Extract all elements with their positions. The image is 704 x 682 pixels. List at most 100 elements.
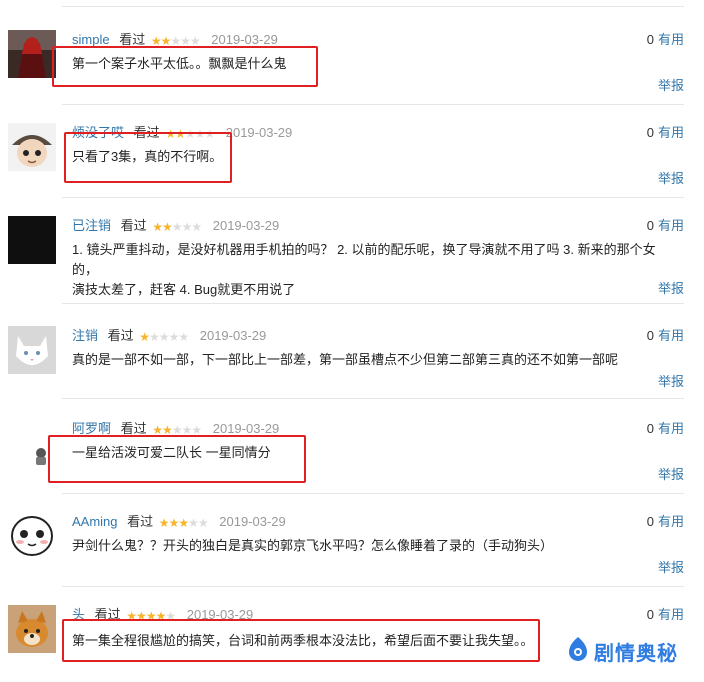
report-link[interactable]: 举报 [658, 372, 684, 392]
review-content: 一星给活泼可爱二队长 一星同情分 [72, 445, 271, 460]
username-link[interactable]: 注销 [72, 328, 98, 343]
vote-count: 0 [646, 32, 654, 47]
review-content: 尹剑什么鬼？？开头的独白是真实的郭京飞水平吗？怎么像睡着了录的（手动狗头） [72, 538, 554, 553]
star-filled-icon: ★ [139, 330, 150, 344]
brand-logo-icon [566, 636, 590, 667]
review-meta: AAming 看过 ★★★★★ 2019-03-29 [72, 512, 286, 532]
vote-count: 0 [646, 607, 654, 622]
watermark-text: 剧情奥秘 [594, 642, 678, 665]
review-date: 2019-03-29 [219, 514, 286, 529]
star-empty-icon: ★ [149, 330, 160, 344]
useful-button[interactable]: 有用 [658, 607, 684, 622]
user-avatar[interactable] [8, 216, 56, 264]
useful-button[interactable]: 有用 [658, 421, 684, 436]
useful-button[interactable]: 有用 [658, 32, 684, 47]
report-link[interactable]: 举报 [658, 76, 684, 96]
vote-count: 0 [646, 218, 654, 233]
useful-vote[interactable]: 0 有用 [647, 605, 684, 625]
star-empty-icon: ★ [204, 127, 215, 141]
star-empty-icon: ★ [191, 423, 202, 437]
user-avatar[interactable] [8, 419, 56, 467]
useful-button[interactable]: 有用 [658, 218, 684, 233]
review-date: 2019-03-29 [225, 125, 293, 140]
username-link[interactable]: 烦没了哎 [72, 125, 124, 140]
divider [62, 104, 684, 105]
review-item: 阿罗啊 看过 ★★★★★ 2019-03-29 0 有用 一星给活泼可爱二队长 一… [0, 419, 704, 513]
useful-vote[interactable]: 0 有用 [647, 326, 684, 346]
review-content-line: 1. 镜头严重抖动，是没好机器用手机拍的吗？ 2. 以前的配乐呢，换了导演就不用… [72, 242, 656, 277]
username-link[interactable]: AAming [72, 514, 118, 529]
useful-vote[interactable]: 0 有用 [647, 216, 684, 236]
user-avatar[interactable] [8, 326, 56, 374]
star-empty-icon: ★ [189, 34, 201, 48]
watched-status: 看过 [127, 514, 154, 529]
review-content: 1. 镜头严重抖动，是没好机器用手机拍的吗？ 2. 以前的配乐呢，换了导演就不用… [72, 240, 680, 300]
review-item: 已注销 看过 ★★★★★ 2019-03-29 0 有用 1. 镜头严重抖动，是没… [0, 216, 704, 316]
star-filled-icon: ★ [160, 34, 172, 48]
review-meta: 阿罗啊 看过 ★★★★★ 2019-03-29 [72, 419, 279, 439]
watched-status: 看过 [94, 607, 121, 622]
user-avatar[interactable] [8, 605, 56, 653]
star-filled-icon: ★ [178, 516, 189, 530]
user-avatar[interactable] [8, 30, 56, 78]
user-avatar[interactable] [8, 123, 56, 171]
vote-count: 0 [646, 125, 654, 140]
report-link[interactable]: 举报 [658, 279, 684, 299]
star-filled-icon: ★ [136, 609, 147, 623]
rating-stars: ★★★★★ [151, 31, 201, 51]
username-link[interactable]: simple [72, 32, 110, 47]
star-filled-icon: ★ [145, 609, 157, 623]
rating-stars: ★★★★★ [139, 327, 189, 347]
useful-vote[interactable]: 0 有用 [647, 123, 684, 143]
rating-stars: ★★★★★ [165, 124, 215, 144]
rating-stars: ★★★★★ [126, 606, 176, 626]
rating-stars: ★★★★★ [159, 513, 209, 533]
report-link[interactable]: 举报 [658, 465, 684, 485]
divider [62, 586, 684, 587]
star-empty-icon: ★ [165, 609, 176, 623]
review-content: 真的是一部不如一部，下一部比上一部差，第一部虽槽点不少但第二部第三真的还不如第一… [72, 352, 619, 367]
useful-button[interactable]: 有用 [658, 514, 684, 529]
useful-button[interactable]: 有用 [658, 328, 684, 343]
vote-count: 0 [646, 328, 654, 343]
useful-button[interactable]: 有用 [658, 125, 684, 140]
divider [62, 303, 684, 304]
watched-status: 看过 [119, 32, 146, 47]
review-content-line: 演技太差了，赶客 4. Bug就更不用说了 [72, 282, 296, 297]
vote-count: 0 [646, 421, 654, 436]
review-item: 烦没了哎 看过 ★★★★★ 2019-03-29 0 有用 只看了3集，真的不行啊… [0, 123, 704, 217]
review-meta: 烦没了哎 看过 ★★★★★ 2019-03-29 [72, 123, 292, 143]
star-empty-icon: ★ [170, 34, 181, 48]
user-avatar[interactable] [8, 512, 56, 560]
useful-vote[interactable]: 0 有用 [647, 30, 684, 50]
username-link[interactable]: 已注销 [72, 218, 111, 233]
star-filled-icon: ★ [165, 127, 176, 141]
star-empty-icon: ★ [171, 220, 183, 234]
star-empty-icon: ★ [178, 330, 189, 344]
review-meta: 已注销 看过 ★★★★★ 2019-03-29 [72, 216, 279, 236]
divider [62, 197, 684, 198]
username-link[interactable]: 头 [72, 607, 85, 622]
rating-stars: ★★★★★ [152, 217, 202, 237]
vote-count: 0 [646, 514, 654, 529]
username-link[interactable]: 阿罗啊 [72, 421, 111, 436]
star-empty-icon: ★ [191, 220, 202, 234]
star-empty-icon: ★ [181, 220, 193, 234]
report-link[interactable]: 举报 [658, 169, 684, 189]
useful-vote[interactable]: 0 有用 [647, 419, 684, 439]
star-filled-icon: ★ [126, 609, 137, 623]
divider [62, 493, 684, 494]
review-item: 注销 看过 ★★★★★ 2019-03-29 0 有用 真的是一部不如一部，下一部… [0, 326, 704, 416]
star-filled-icon: ★ [168, 516, 180, 530]
review-list: simple 看过 ★★★★★ 2019-03-29 0 有用 第一个案子水平太低… [0, 0, 704, 682]
review-date: 2019-03-29 [212, 218, 280, 233]
star-empty-icon: ★ [168, 330, 180, 344]
report-link[interactable]: 举报 [658, 558, 684, 578]
useful-vote[interactable]: 0 有用 [647, 512, 684, 532]
review-meta: 注销 看过 ★★★★★ 2019-03-29 [72, 326, 266, 346]
review-item: AAming 看过 ★★★★★ 2019-03-29 0 有用 尹剑什么鬼？？开头… [0, 512, 704, 606]
star-empty-icon: ★ [197, 516, 209, 530]
watched-status: 看过 [120, 218, 147, 233]
star-empty-icon: ★ [180, 34, 191, 48]
review-date: 2019-03-29 [186, 607, 254, 622]
